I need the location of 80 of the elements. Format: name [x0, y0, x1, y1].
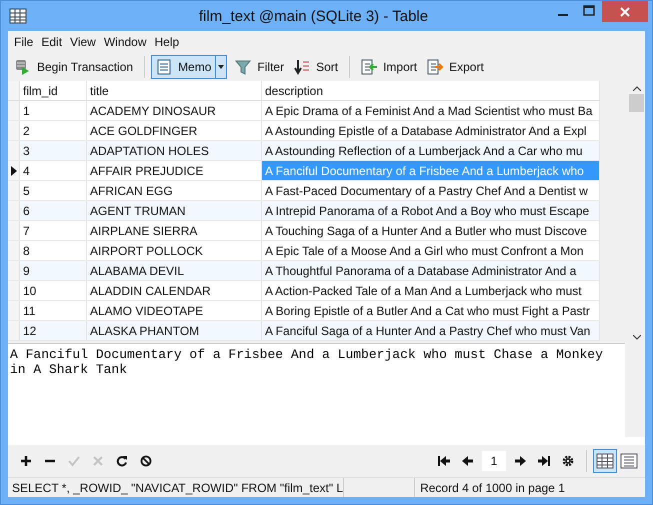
table-cell[interactable]: A Thoughtful Panorama of a Database Administrator And a	[262, 261, 600, 280]
checkmark-icon	[68, 455, 80, 467]
menu-item[interactable]: Edit	[37, 35, 66, 49]
caret-icon	[218, 65, 224, 69]
table-cell[interactable]: 6	[20, 201, 87, 220]
sort-button[interactable]: Sort	[289, 55, 344, 79]
table-cell[interactable]: A Epic Drama of a Feminist And a Mad Scientist who must Ba	[262, 101, 600, 120]
transaction-button[interactable]: Begin Transaction	[10, 55, 138, 79]
grid-view-icon	[596, 453, 614, 469]
dropdown-button[interactable]	[216, 55, 228, 79]
table-cell[interactable]: ACADEMY DINOSAUR	[87, 101, 262, 120]
table-cell[interactable]: 10	[20, 281, 87, 300]
refresh-icon	[116, 455, 128, 467]
table-cell[interactable]: ALADDIN CALENDAR	[87, 281, 262, 300]
import-icon	[361, 58, 378, 76]
table-cell[interactable]: A Astounding Reflection of a Lumberjack And a Car who mu	[262, 141, 600, 160]
table-cell[interactable]: 1	[20, 101, 87, 120]
scroll-down-icon	[632, 335, 640, 340]
column-header[interactable]: title	[87, 81, 262, 100]
scroll-thumb[interactable]	[629, 94, 644, 112]
column-header[interactable]: description	[262, 81, 600, 100]
table-cell[interactable]: 11	[20, 301, 87, 320]
stop-icon	[140, 455, 152, 467]
menu-item[interactable]: Window	[100, 35, 151, 49]
last-icon	[538, 455, 550, 467]
table-cell[interactable]: A Action-Packed Tale of a Man And a Lumberjack who must	[262, 281, 600, 300]
grid-view-button[interactable]	[593, 449, 617, 473]
table-cell[interactable]: A Fanciful Saga of a Hunter And a Pastry Chef who must Van	[262, 321, 600, 340]
plus-icon	[20, 455, 32, 467]
table-cell[interactable]: A Boring Epistle of a Butler And a Cat who must Fight a Pastr	[262, 301, 600, 320]
table-cell[interactable]: A Epic Tale of a Moose And a Girl who must Confront a Mon	[262, 241, 600, 260]
record-status: Record 4 of 1000 in page 1	[419, 480, 565, 494]
settings-icon	[562, 455, 574, 467]
first-icon	[438, 455, 450, 467]
form-view-icon	[620, 453, 638, 469]
import-button[interactable]: Import	[356, 55, 422, 79]
right-arrow-icon	[514, 455, 526, 467]
table-cell[interactable]: ALAMO VIDEOTAPE	[87, 301, 262, 320]
menu-item[interactable]: Help	[150, 35, 184, 49]
filter-button[interactable]: Filter	[230, 55, 290, 79]
column-header[interactable]: film_id	[20, 81, 87, 100]
table-cell[interactable]: ALABAMA DEVIL	[87, 261, 262, 280]
table-cell[interactable]: ALASKA PHANTOM	[87, 321, 262, 340]
table-cell[interactable]: 2	[20, 121, 87, 140]
cross-icon	[92, 455, 104, 467]
row-header[interactable]	[8, 161, 20, 180]
table-cell[interactable]: AGENT TRUMAN	[87, 201, 262, 220]
table-cell[interactable]: A Touching Saga of a Hunter And a Butler who must Discove	[262, 221, 600, 240]
table-cell[interactable]: 4	[20, 161, 87, 180]
table-cell[interactable]: 12	[20, 321, 87, 340]
table-cell[interactable]: A Intrepid Panorama of a Robot And a Boy who must Escape	[262, 201, 600, 220]
table-cell[interactable]: 9	[20, 261, 87, 280]
table-cell[interactable]: ADAPTATION HOLES	[87, 141, 262, 160]
close-button[interactable]	[602, 1, 648, 22]
sort-icon	[294, 58, 312, 76]
table-cell[interactable]: ACE GOLDFINGER	[87, 121, 262, 140]
table-icon	[9, 8, 27, 24]
memo-button[interactable]: Memo	[151, 55, 216, 79]
memo-field[interactable]: A Fanciful Documentary of a Frisbee And a Lumberjack who must Chase a Monkey in A Shark Tank	[8, 343, 625, 437]
export-icon	[427, 58, 444, 76]
export-button[interactable]: Export	[422, 55, 489, 79]
table-cell[interactable]: AIRPORT POLLOCK	[87, 241, 262, 260]
table-cell[interactable]: 3	[20, 141, 87, 160]
query-status: SELECT *, _ROWID_ "NAVICAT_ROWID" FROM "film_text" L	[8, 478, 344, 497]
table-cell[interactable]: AIRPLANE SIERRA	[87, 221, 262, 240]
table-cell[interactable]: A Astounding Epistle of a Database Administrator And a Expl	[262, 121, 600, 140]
table-cell[interactable]: 5	[20, 181, 87, 200]
menu-item[interactable]: View	[66, 35, 100, 49]
table-cell[interactable]: AFRICAN EGG	[87, 181, 262, 200]
table-cell[interactable]: 7	[20, 221, 87, 240]
close-icon	[619, 6, 631, 18]
table-cell[interactable]: A Fast-Paced Documentary of a Pastry Chef And a Dentist w	[262, 181, 600, 200]
page-field[interactable]: 1	[482, 451, 506, 471]
document-icon	[156, 58, 174, 76]
scroll-up-icon	[632, 86, 640, 91]
table-cell[interactable]: 8	[20, 241, 87, 260]
menu-item[interactable]: File	[10, 35, 38, 49]
funnel-icon	[235, 58, 252, 76]
left-arrow-icon	[462, 455, 474, 467]
window-title: film_text @main (SQLite 3) - Table	[198, 8, 430, 24]
